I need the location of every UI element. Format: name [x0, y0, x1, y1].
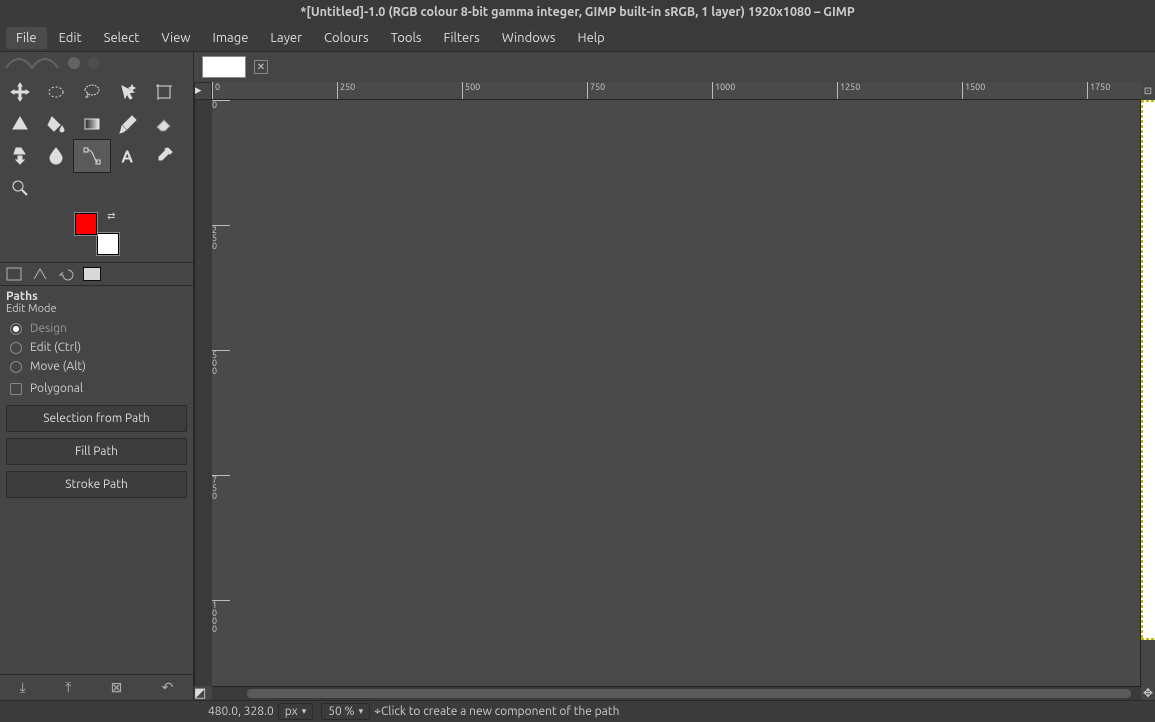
scrollbar-horizontal[interactable] — [212, 686, 1141, 700]
tool-gradient[interactable] — [74, 108, 110, 140]
menu-bar: File Edit Select View Image Layer Colour… — [0, 24, 1155, 52]
tool-options-bottom: ⤓ ⤒ ⊠ ↶ — [0, 674, 193, 700]
tool-text[interactable]: A — [110, 140, 146, 172]
tool-smudge[interactable] — [38, 140, 74, 172]
tool-unified-transform[interactable] — [2, 108, 38, 140]
tool-options-title: Paths — [0, 286, 193, 303]
svg-text:A: A — [122, 148, 133, 166]
scrollbar-vertical[interactable] — [194, 100, 212, 686]
window-title: *[Untitled]-1.0 (RGB colour 8-bit gamma … — [0, 0, 1155, 24]
ruler-corner[interactable]: ▸ — [194, 82, 212, 100]
edit-mode-label: Edit Mode — [0, 303, 193, 319]
navigation-icon[interactable]: ✥ — [1141, 686, 1155, 700]
menu-edit[interactable]: Edit — [49, 27, 92, 49]
menu-tools[interactable]: Tools — [381, 27, 432, 49]
menu-image[interactable]: Image — [203, 27, 259, 49]
ruler-horizontal[interactable]: 0 250 500 750 1000 1250 1500 1750 — [212, 82, 1141, 100]
radio-move[interactable]: Move (Alt) — [10, 357, 183, 376]
canvas-viewport[interactable]: Adjusting point Adjusting point Drag up … — [1141, 100, 1155, 686]
save-preset-icon[interactable]: ⤓ — [20, 679, 26, 696]
tab-images[interactable] — [82, 265, 102, 283]
menu-layer[interactable]: Layer — [260, 27, 312, 49]
tab-undo-history[interactable] — [56, 265, 76, 283]
menu-filters[interactable]: Filters — [434, 27, 490, 49]
check-polygonal[interactable]: Polygonal — [0, 376, 193, 401]
tool-crop[interactable] — [146, 76, 182, 108]
tab-tool-options[interactable] — [4, 265, 24, 283]
tool-move[interactable] — [2, 76, 38, 108]
foreground-color[interactable] — [75, 213, 97, 235]
tool-paintbrush[interactable] — [110, 108, 146, 140]
background-color[interactable] — [97, 233, 119, 255]
tool-paths[interactable] — [74, 140, 110, 172]
menu-select[interactable]: Select — [94, 27, 150, 49]
tab-device-status[interactable] — [30, 265, 50, 283]
tool-color-picker[interactable] — [146, 140, 182, 172]
menu-colours[interactable]: Colours — [314, 27, 379, 49]
tool-clone[interactable] — [2, 140, 38, 172]
toolbox: A — [0, 74, 193, 206]
radio-edit[interactable]: Edit (Ctrl) — [10, 338, 183, 357]
tool-eraser[interactable] — [146, 108, 182, 140]
tool-fuzzy-select[interactable] — [110, 76, 146, 108]
menu-help[interactable]: Help — [568, 27, 615, 49]
tool-zoom[interactable] — [2, 172, 38, 204]
ruler-vertical[interactable]: 0 250 500 750 1000 — [212, 100, 1141, 686]
image-tabs: ✕ — [194, 52, 1155, 82]
quickmask-icon[interactable]: ◩ — [194, 686, 212, 700]
tool-ellipse-select[interactable] — [38, 76, 74, 108]
tool-options-tabs — [0, 262, 193, 286]
zoom-fit-icon[interactable]: ⊡ — [1141, 82, 1155, 100]
menu-windows[interactable]: Windows — [492, 27, 566, 49]
restore-preset-icon[interactable]: ⤒ — [65, 679, 71, 696]
btn-selection-from-path[interactable]: Selection from Path — [6, 405, 187, 432]
wilber-logo — [0, 52, 193, 74]
close-image-icon[interactable]: ✕ — [254, 60, 268, 74]
btn-stroke-path[interactable]: Stroke Path — [6, 471, 187, 498]
unit-select[interactable]: px▾ — [278, 703, 314, 720]
status-bar: 480.0, 328.0 px▾ 50 %▾ ⌖ Click to create… — [0, 700, 1155, 722]
path-curve[interactable] — [1141, 100, 1155, 660]
zoom-select[interactable]: 50 %▾ — [321, 703, 370, 720]
edit-mode-radios: Design Edit (Ctrl) Move (Alt) — [0, 319, 193, 376]
tool-free-select[interactable] — [74, 76, 110, 108]
delete-preset-icon[interactable]: ⊠ — [111, 679, 123, 696]
left-panel: A ⇄ Paths Edit Mode Design Edit (Ctrl) M… — [0, 52, 194, 700]
image-tab-thumb[interactable] — [202, 56, 246, 78]
swap-colors-icon[interactable]: ⇄ — [107, 210, 115, 222]
btn-fill-path[interactable]: Fill Path — [6, 438, 187, 465]
reset-icon[interactable]: ↶ — [162, 679, 174, 696]
status-hint: Click to create a new component of the p… — [381, 705, 619, 718]
tool-bucket-fill[interactable] — [38, 108, 74, 140]
menu-file[interactable]: File — [6, 27, 47, 49]
status-coords: 480.0, 328.0 — [208, 705, 274, 718]
radio-design[interactable]: Design — [10, 319, 183, 338]
menu-view[interactable]: View — [151, 27, 200, 49]
cursor-hint-icon: ⌖ — [374, 705, 381, 719]
color-area[interactable]: ⇄ — [72, 210, 122, 258]
